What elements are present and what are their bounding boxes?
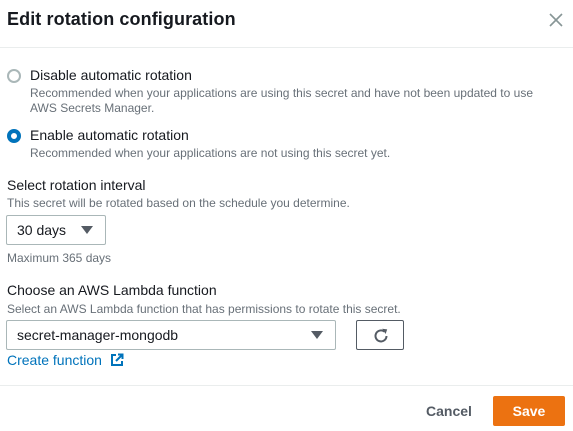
radio-label-enable[interactable]: Enable automatic rotation (30, 127, 189, 143)
interval-description: This secret will be rotated based on the… (7, 196, 350, 210)
edit-rotation-modal: Edit rotation configuration Disable auto… (0, 0, 573, 431)
radio-enable-rotation[interactable]: Enable automatic rotation Recommended wh… (7, 127, 567, 163)
modal-title: Edit rotation configuration (7, 9, 236, 29)
lambda-select-value: secret-manager-mongodb (17, 327, 179, 343)
footer-divider (0, 385, 573, 386)
close-icon (549, 13, 563, 27)
close-button[interactable] (546, 10, 566, 30)
radio-label-disable[interactable]: Disable automatic rotation (30, 67, 192, 83)
interval-select-value: 30 days (17, 222, 67, 238)
refresh-icon (374, 328, 388, 343)
cancel-button[interactable]: Cancel (418, 397, 480, 425)
lambda-label: Choose an AWS Lambda function (7, 282, 217, 298)
lambda-description: Select an AWS Lambda function that has p… (7, 302, 401, 316)
interval-select[interactable]: 30 days (6, 215, 106, 245)
interval-label: Select rotation interval (7, 177, 146, 193)
caret-down-icon (81, 226, 93, 234)
interval-hint: Maximum 365 days (7, 251, 112, 265)
lambda-select[interactable]: secret-manager-mongodb (6, 320, 336, 350)
external-link-icon[interactable] (110, 353, 124, 367)
radio-disable-rotation[interactable]: Disable automatic rotation Recommended w… (7, 67, 567, 117)
radio-button-enable[interactable] (7, 129, 21, 143)
save-button[interactable]: Save (493, 396, 565, 426)
create-function-link[interactable]: Create function (7, 352, 102, 368)
modal-header: Edit rotation configuration (0, 0, 573, 48)
caret-down-icon (311, 331, 323, 339)
radio-button-disable[interactable] (7, 69, 21, 83)
radio-description-enable: Recommended when your applications are n… (30, 146, 391, 160)
refresh-button[interactable] (356, 320, 404, 350)
radio-description-disable: Recommended when your applications are u… (30, 86, 533, 115)
